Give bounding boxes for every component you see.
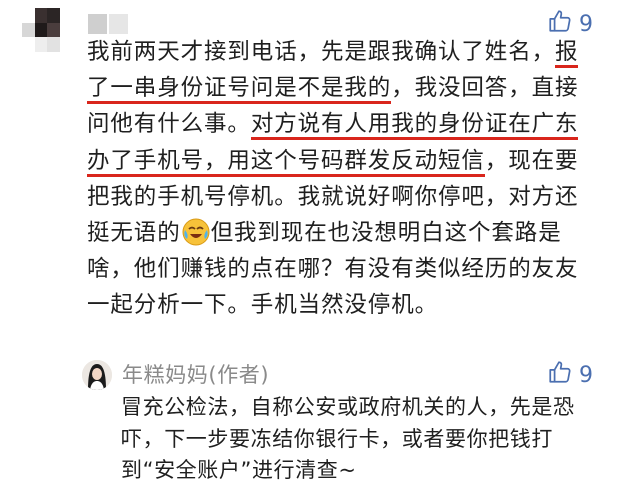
reply-text: 冒充公检法，自称公安或政府机关的人，先是恐吓，下一步要冻结你银行卡，或者要你把钱… <box>121 395 575 482</box>
reply-like-count: 9 <box>579 362 593 388</box>
tears-of-joy-emoji <box>182 218 210 246</box>
comment-like-count: 9 <box>579 11 593 37</box>
commenter-name-redacted[interactable] <box>88 14 128 34</box>
reply-author-name[interactable]: 年糕妈妈(作者) <box>122 359 269 389</box>
author-avatar[interactable] <box>82 360 112 390</box>
comment-text-segment: 我前两天才接到电话，先是跟我确认了姓名， <box>87 39 556 65</box>
reply-like-button[interactable]: 9 <box>547 359 593 391</box>
thumbs-up-icon <box>547 359 573 391</box>
commenter-avatar[interactable] <box>22 8 72 52</box>
comment-text: 我前两天才接到电话，先是跟我确认了姓名，报了一串身份证号问是不是我的，我没回答，… <box>87 34 587 324</box>
